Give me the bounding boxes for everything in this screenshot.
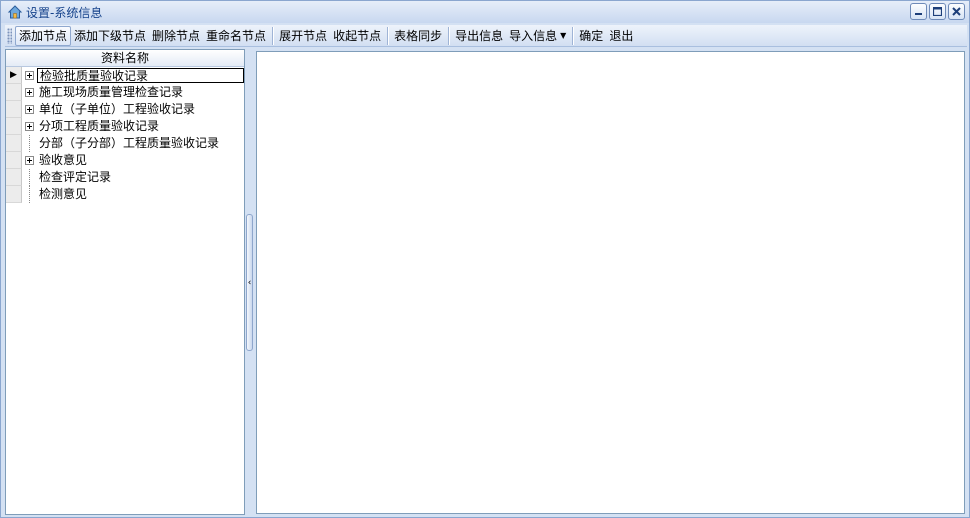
tree-row[interactable]: 施工现场质量管理检查记录: [6, 84, 244, 101]
toolbar-separator: [387, 26, 389, 45]
close-button[interactable]: [948, 3, 965, 20]
add-child-node-button[interactable]: 添加下级节点: [71, 26, 149, 46]
tree-connector-line: [29, 169, 38, 186]
exit-button[interactable]: 退出: [606, 26, 636, 46]
tree-list: ▶ 检验批质量验收记录 施工现场质量管理检查记录 单位（子单位）工程验收记录 分项工程质…: [6, 67, 244, 203]
minimize-button[interactable]: [910, 3, 927, 20]
tree-node-label[interactable]: 分部（子分部）工程质量验收记录: [37, 136, 221, 151]
import-info-dropdown[interactable]: 导入信息 ▼: [506, 26, 569, 46]
tree-node-label[interactable]: 施工现场质量管理检查记录: [37, 85, 185, 100]
delete-node-button[interactable]: 删除节点: [149, 26, 203, 46]
tree-node-label[interactable]: 检查评定记录: [37, 170, 113, 185]
settings-window: 设置-系统信息 添加节点 添加下级节点 删除节点 重命名节点 展开节点 收起节点…: [0, 0, 970, 518]
title-bar[interactable]: 设置-系统信息: [1, 1, 969, 23]
window-title: 设置-系统信息: [26, 5, 103, 20]
toolbar-separator: [272, 26, 274, 45]
expand-plus-icon[interactable]: [25, 122, 34, 131]
minimize-icon: [915, 13, 922, 15]
row-header-cell[interactable]: [6, 84, 22, 101]
tree-panel[interactable]: 资料名称 ▶ 检验批质量验收记录 施工现场质量管理检查记录 单位（子单位）工程验收记录…: [5, 49, 245, 515]
tree-row[interactable]: 单位（子单位）工程验收记录: [6, 101, 244, 118]
expand-plus-icon[interactable]: [25, 88, 34, 97]
tree-row[interactable]: ▶ 检验批质量验收记录: [6, 67, 244, 84]
table-sync-button[interactable]: 表格同步: [391, 26, 445, 46]
add-node-button[interactable]: 添加节点: [15, 25, 72, 46]
splitter-collapse-button[interactable]: ‹: [246, 214, 253, 351]
export-info-button[interactable]: 导出信息: [452, 26, 506, 46]
tree-row[interactable]: 检查评定记录: [6, 169, 244, 186]
expand-plus-icon[interactable]: [25, 105, 34, 114]
panel-splitter[interactable]: ‹: [245, 49, 255, 515]
current-row-arrow-icon[interactable]: ▶: [6, 67, 22, 84]
tree-row[interactable]: 验收意见: [6, 152, 244, 169]
tree-node-label[interactable]: 分项工程质量验收记录: [37, 119, 161, 134]
tree-node-label[interactable]: 检验批质量验收记录: [36, 68, 244, 83]
tree-row[interactable]: 分项工程质量验收记录: [6, 118, 244, 135]
tree-connector-line: [29, 186, 38, 203]
collapse-node-button[interactable]: 收起节点: [330, 26, 384, 46]
chevron-left-icon: ‹: [247, 277, 252, 288]
tree-connector-line: [29, 135, 38, 152]
row-header-cell[interactable]: [6, 135, 22, 152]
home-icon: [7, 5, 23, 19]
toolbar-grip-icon[interactable]: [7, 27, 12, 44]
expand-node-button[interactable]: 展开节点: [276, 26, 330, 46]
window-controls: [910, 3, 965, 20]
row-header-cell[interactable]: [6, 118, 22, 135]
row-header-cell[interactable]: [6, 186, 22, 203]
maximize-button[interactable]: [929, 3, 946, 20]
tree-node-label[interactable]: 验收意见: [37, 153, 89, 168]
tree-row[interactable]: 分部（子分部）工程质量验收记录: [6, 135, 244, 152]
tree-node-label[interactable]: 单位（子单位）工程验收记录: [37, 102, 197, 117]
tree-column-header[interactable]: 资料名称: [6, 50, 244, 67]
tree-row[interactable]: 检测意见: [6, 186, 244, 203]
toolbar-separator: [448, 26, 450, 45]
rename-node-button[interactable]: 重命名节点: [203, 26, 269, 46]
caret-down-icon: ▼: [560, 31, 567, 40]
tree-node-label[interactable]: 检测意见: [37, 187, 89, 202]
row-header-cell[interactable]: [6, 169, 22, 186]
editor-panel: [256, 51, 965, 514]
close-icon: [952, 7, 961, 16]
row-header-cell[interactable]: [6, 101, 22, 118]
row-header-cell[interactable]: [6, 152, 22, 169]
expand-plus-icon[interactable]: [25, 156, 34, 165]
maximize-icon: [933, 7, 942, 16]
import-info-label: 导入信息: [509, 29, 558, 43]
toolbar: 添加节点 添加下级节点 删除节点 重命名节点 展开节点 收起节点 表格同步 导出…: [5, 25, 967, 47]
confirm-button[interactable]: 确定: [576, 26, 606, 46]
toolbar-separator: [572, 26, 574, 45]
expand-plus-icon[interactable]: [24, 71, 34, 80]
content-editor[interactable]: [257, 52, 964, 513]
